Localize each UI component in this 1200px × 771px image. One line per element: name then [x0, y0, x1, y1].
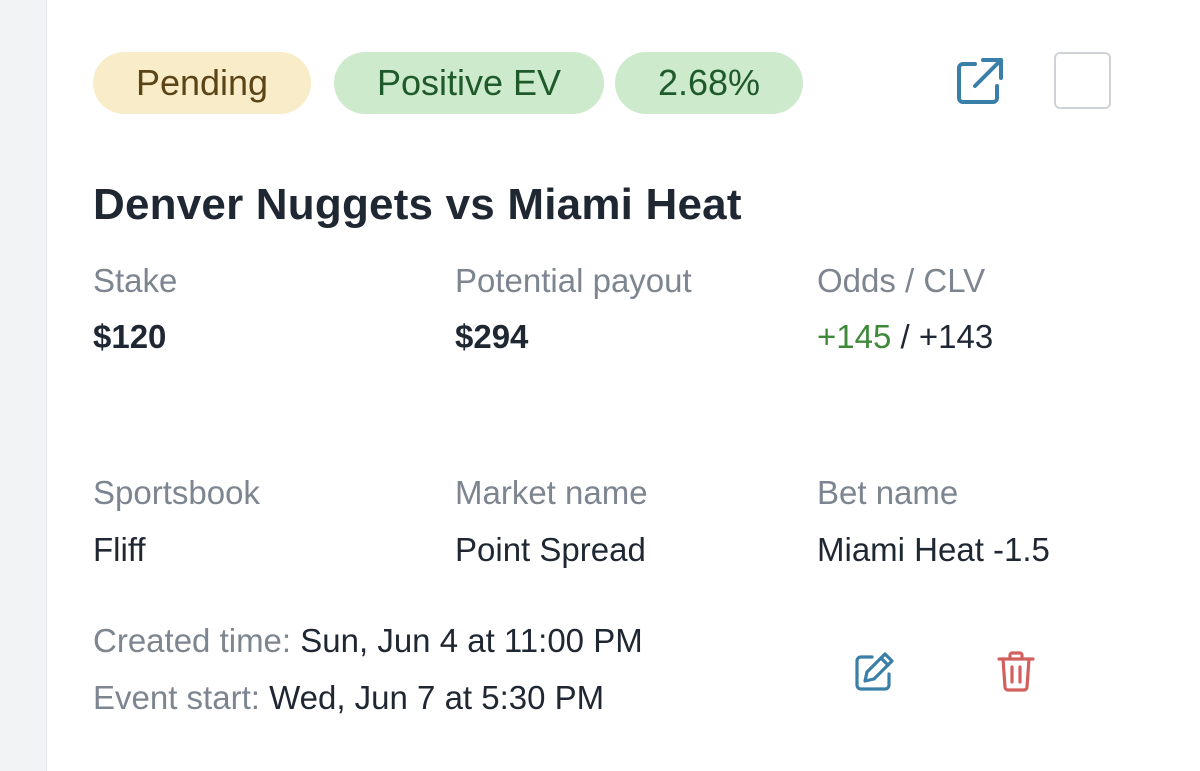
created-time: Created time: Sun, Jun 4 at 11:00 PM	[93, 622, 643, 660]
bet-label: Bet name	[817, 474, 959, 511]
created-label: Created time:	[93, 622, 292, 659]
payout-label: Potential payout	[455, 262, 692, 299]
payout-value: $294	[455, 318, 529, 355]
stake-label: Stake	[93, 262, 178, 299]
sportsbook-label: Sportsbook	[93, 474, 260, 511]
clv-value: +143	[918, 318, 994, 355]
market-label: Market name	[455, 474, 648, 511]
select-checkbox[interactable]	[1054, 52, 1111, 109]
stake-value: $120	[93, 318, 167, 355]
odds-separator: /	[900, 318, 910, 355]
trash-icon[interactable]	[995, 649, 1037, 693]
event-title: Denver Nuggets vs Miami Heat	[93, 180, 742, 229]
ev-badge: Positive EV	[334, 52, 604, 114]
event-start: Event start: Wed, Jun 7 at 5:30 PM	[93, 679, 604, 717]
odds-clv-value: +145 / +143	[817, 318, 993, 356]
sportsbook-value: Fliff	[93, 531, 146, 568]
created-value: Sun, Jun 4 at 11:00 PM	[300, 622, 643, 659]
ev-percent-badge: 2.68%	[615, 52, 803, 114]
event-start-value: Wed, Jun 7 at 5:30 PM	[269, 679, 605, 716]
status-badge: Pending	[93, 52, 311, 114]
event-start-label: Event start:	[93, 679, 260, 716]
odds-value: +145	[817, 318, 892, 355]
edit-icon[interactable]	[852, 650, 896, 694]
market-value: Point Spread	[455, 531, 646, 568]
external-link-icon[interactable]	[953, 56, 1005, 108]
bet-value: Miami Heat -1.5	[817, 531, 1050, 568]
bet-card: Pending Positive EV 2.68% Denver Nuggets…	[46, 0, 1200, 771]
odds-label: Odds / CLV	[817, 262, 986, 299]
